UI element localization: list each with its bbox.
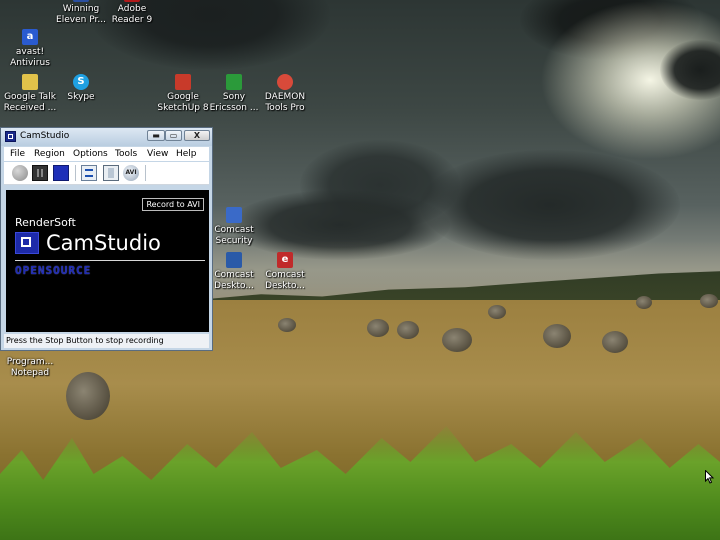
- phone-icon: [226, 74, 242, 90]
- maximize-button[interactable]: ▭: [165, 130, 182, 141]
- menu-view[interactable]: View: [147, 149, 168, 159]
- hay-bale: [66, 372, 110, 420]
- desktop-icon-adobe-reader[interactable]: Adobe Reader 9: [103, 0, 161, 26]
- desktop-icon-label: DAEMON Tools Pro: [264, 92, 306, 113]
- desktop-icon-comcast-desktop[interactable]: Comcast Deskto...: [205, 252, 263, 292]
- disc-icon: [277, 74, 293, 90]
- desktop-icon-comcast-security[interactable]: Comcast Security: [205, 207, 263, 247]
- desktop-icon-sketchup[interactable]: Google SketchUp 8: [154, 74, 212, 114]
- menu-region[interactable]: Region: [34, 149, 65, 159]
- hay-bale: [278, 318, 296, 332]
- hay-bale: [442, 328, 472, 352]
- game-icon: [73, 0, 89, 2]
- camstudio-app-icon[interactable]: [5, 131, 16, 142]
- desktop-icon-skype[interactable]: S Skype: [52, 74, 110, 103]
- menu-options[interactable]: Options: [73, 149, 108, 159]
- menu-file[interactable]: File: [10, 149, 25, 159]
- menu-tools[interactable]: Tools: [115, 149, 137, 159]
- preview-viewport: Record to AVI RenderSoft CamStudio OPENS…: [6, 190, 209, 332]
- pause-icon[interactable]: [32, 165, 48, 181]
- annotation-icon[interactable]: [103, 165, 119, 181]
- status-bar: Press the Stop Button to stop recording: [4, 334, 209, 348]
- close-button[interactable]: X: [184, 130, 210, 141]
- security-icon: [226, 207, 242, 223]
- camstudio-logo-icon: [15, 232, 39, 254]
- sketchup-icon: [175, 74, 191, 90]
- window-title: CamStudio: [20, 131, 70, 141]
- comcast-icon: e: [277, 252, 293, 268]
- hay-bale: [636, 296, 652, 309]
- desktop-icon-notepad[interactable]: Program... Notepad: [1, 357, 59, 379]
- desktop-icon-label: Skype: [67, 92, 95, 102]
- hay-bale: [543, 324, 571, 348]
- hay-bale: [700, 294, 718, 308]
- brand-opensource: OPENSOURCE: [15, 264, 92, 277]
- mouse-cursor-icon: [705, 470, 715, 484]
- antivirus-icon: a: [22, 29, 38, 45]
- toolbar: AVI: [4, 162, 209, 185]
- hay-bale: [602, 331, 628, 353]
- brand-product: CamStudio: [46, 231, 161, 255]
- desktop-icon-label: Comcast Deskto...: [214, 270, 254, 291]
- status-text: Press the Stop Button to stop recording: [6, 336, 164, 345]
- hay-bale: [397, 321, 419, 339]
- stop-icon[interactable]: [53, 165, 69, 181]
- avi-icon[interactable]: AVI: [123, 165, 139, 181]
- desktop-icon-daemon-tools[interactable]: DAEMON Tools Pro: [256, 74, 314, 114]
- desktop-icon-avast[interactable]: a avast! Antivirus: [1, 29, 59, 69]
- folder-icon: [22, 74, 38, 90]
- desktop-icon-label: Program... Notepad: [6, 357, 54, 378]
- minimize-button[interactable]: ▬: [147, 130, 165, 141]
- skype-icon: S: [73, 74, 89, 90]
- desktop-icon-sony-ericsson[interactable]: Sony Ericsson ...: [205, 74, 263, 114]
- desktop-icon-label: avast! Antivirus: [10, 47, 50, 68]
- desktop-icon-comcast-desktop-2[interactable]: e Comcast Deskto...: [256, 252, 314, 292]
- camstudio-window[interactable]: CamStudio ▬ ▭ X File Region Options Tool…: [0, 127, 213, 351]
- desktop-icon-label: Comcast Security: [214, 225, 254, 246]
- desktop-icon-label: Sony Ericsson ...: [209, 92, 259, 113]
- hay-bale: [488, 305, 506, 319]
- desktop-icon-label: Google SketchUp 8: [157, 92, 209, 113]
- menu-bar: File Region Options Tools View Help: [4, 147, 209, 161]
- hay-bale: [367, 319, 389, 337]
- desktop-icon-label: Adobe Reader 9: [111, 4, 153, 25]
- record-to-avi-button[interactable]: Record to AVI: [142, 198, 204, 211]
- desktop-icon-google-talk[interactable]: Google Talk Received ...: [1, 74, 59, 114]
- record-icon[interactable]: [12, 165, 28, 181]
- desktop-icon-label: Comcast Deskto...: [265, 270, 305, 291]
- options-icon[interactable]: [81, 165, 97, 181]
- toolbar-separator: [75, 165, 76, 181]
- desktop-icon-winning-eleven[interactable]: Winning Eleven Pr...: [52, 0, 110, 26]
- title-bar[interactable]: CamStudio ▬ ▭ X: [1, 128, 212, 146]
- toolbar-separator: [145, 165, 146, 181]
- comcast-icon: [226, 252, 242, 268]
- pdf-icon: [124, 0, 140, 2]
- desktop-icon-label: Winning Eleven Pr...: [56, 4, 106, 25]
- menu-help[interactable]: Help: [176, 149, 197, 159]
- desktop-icon-label: Google Talk Received ...: [3, 92, 57, 113]
- brand-divider: [15, 260, 205, 261]
- brand-company: RenderSoft: [15, 216, 76, 229]
